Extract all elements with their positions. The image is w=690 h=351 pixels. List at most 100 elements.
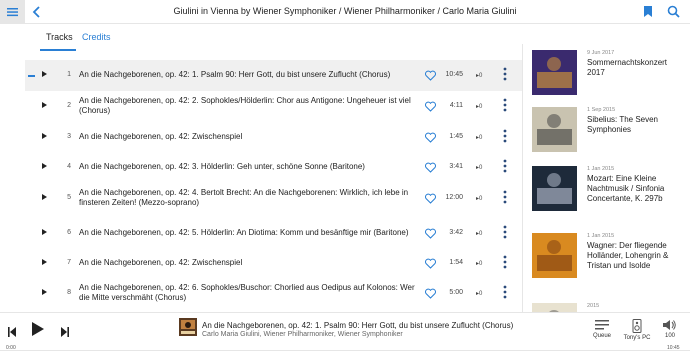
skip-previous-icon xyxy=(8,327,16,337)
track-row[interactable]: 1 An die Nachgeborenen, op. 42: 1. Psalm … xyxy=(25,60,522,91)
album-cover[interactable] xyxy=(532,50,577,95)
more-vertical-icon xyxy=(503,255,507,269)
play-button[interactable] xyxy=(32,322,44,336)
track-row[interactable]: 2 An die Nachgeborenen, op. 42: 2. Sophok… xyxy=(25,91,522,122)
album-cover[interactable] xyxy=(532,303,577,312)
track-duration: 3:42 xyxy=(449,229,463,236)
favorite-button[interactable] xyxy=(425,286,436,299)
play-count: ▸0 xyxy=(476,261,483,267)
previous-track-button[interactable] xyxy=(8,324,16,337)
track-row[interactable]: 3 An die Nachgeborenen, op. 42: Zwischens… xyxy=(25,122,522,153)
album-date: 1 Jan 2015 xyxy=(587,166,615,172)
favorite-button[interactable] xyxy=(425,226,436,239)
heart-icon xyxy=(425,70,436,81)
album-title[interactable]: Wagner: Der fliegende Holländer, Lohengr… xyxy=(587,241,687,271)
queue-button[interactable]: Queue xyxy=(591,319,613,339)
track-number: 8 xyxy=(67,289,71,296)
album-title[interactable]: Sommernachtskonzert 2017 xyxy=(587,58,687,78)
track-row[interactable]: 5 An die Nachgeborenen, op. 42: 4. Bertol… xyxy=(25,183,522,214)
tab-credits[interactable]: Credits xyxy=(82,32,111,42)
next-track-button[interactable] xyxy=(61,324,69,337)
album-cover[interactable] xyxy=(532,107,577,152)
heart-icon xyxy=(425,101,436,112)
track-more-button[interactable] xyxy=(503,67,507,81)
heart-icon xyxy=(425,162,436,173)
track-number: 2 xyxy=(67,102,71,109)
volume-button[interactable]: 100 xyxy=(660,319,680,339)
track-play-button[interactable] xyxy=(42,133,47,139)
favorite-button[interactable] xyxy=(425,68,436,81)
heart-icon xyxy=(425,258,436,269)
album-title[interactable]: Mozart: Eine Kleine Nachtmusik / Sinfoni… xyxy=(587,174,687,204)
track-row[interactable]: 7 An die Nachgeborenen, op. 42: Zwischens… xyxy=(25,248,522,279)
now-playing-artist[interactable]: Carlo Maria Giulini, Wiener Philharmonik… xyxy=(202,331,403,338)
now-playing-indicator xyxy=(28,75,35,77)
track-title[interactable]: An die Nachgeborenen, op. 42: 6. Sophokl… xyxy=(79,283,424,303)
play-count: ▸0 xyxy=(476,196,483,202)
search-button[interactable] xyxy=(667,5,680,18)
tab-tracks[interactable]: Tracks xyxy=(46,32,73,42)
track-more-button[interactable] xyxy=(503,255,507,269)
track-play-button[interactable] xyxy=(42,102,47,108)
play-count: ▸0 xyxy=(476,73,483,79)
page-title: Giulini in Vienna by Wiener Symphoniker … xyxy=(173,6,517,16)
album-art-icon xyxy=(532,107,577,152)
album-title[interactable]: Sibelius: The Seven Symphonies xyxy=(587,115,687,135)
album-date: 1 Sep 2015 xyxy=(587,107,616,113)
album-item[interactable]: 9 Jun 2017 Sommernachtskonzert 2017 xyxy=(532,50,687,110)
track-title[interactable]: An die Nachgeborenen, op. 42: 1. Psalm 9… xyxy=(79,70,424,80)
track-title[interactable]: An die Nachgeborenen, op. 42: 3. Hölderl… xyxy=(79,162,424,172)
favorite-button[interactable] xyxy=(425,256,436,269)
track-row[interactable]: 8 An die Nachgeborenen, op. 42: 6. Sophok… xyxy=(25,278,522,309)
volume-icon xyxy=(663,320,676,330)
favorite-button[interactable] xyxy=(425,160,436,173)
album-art-icon xyxy=(532,233,577,278)
track-play-button[interactable] xyxy=(42,194,47,200)
track-duration: 3:41 xyxy=(449,163,463,170)
album-art-icon xyxy=(532,303,577,312)
track-title[interactable]: An die Nachgeborenen, op. 42: Zwischensp… xyxy=(79,258,424,268)
play-count: ▸0 xyxy=(476,135,483,141)
device-label: Tony's PC xyxy=(623,335,651,341)
play-count: ▸0 xyxy=(476,231,483,237)
track-title[interactable]: An die Nachgeborenen, op. 42: 4. Bertolt… xyxy=(79,188,424,208)
favorite-button[interactable] xyxy=(425,191,436,204)
track-play-button[interactable] xyxy=(42,289,47,295)
track-more-button[interactable] xyxy=(503,225,507,239)
more-vertical-icon xyxy=(503,98,507,112)
favorite-button[interactable] xyxy=(425,99,436,112)
track-more-button[interactable] xyxy=(503,190,507,204)
track-duration: 5:00 xyxy=(449,289,463,296)
output-device-button[interactable]: Tony's PC xyxy=(620,319,654,341)
queue-icon xyxy=(595,320,609,330)
album-item[interactable]: 1 Jan 2015 Mozart: Eine Kleine Nachtmusik… xyxy=(532,166,687,226)
track-more-button[interactable] xyxy=(503,129,507,143)
track-title[interactable]: An die Nachgeborenen, op. 42: 5. Hölderl… xyxy=(79,228,424,238)
track-title[interactable]: An die Nachgeborenen, op. 42: Zwischensp… xyxy=(79,132,424,142)
album-item[interactable]: 1 Sep 2015 Sibelius: The Seven Symphonies xyxy=(532,107,687,167)
volume-value: 100 xyxy=(664,333,675,339)
track-row[interactable]: 6 An die Nachgeborenen, op. 42: 5. Hölder… xyxy=(25,218,522,249)
track-play-button[interactable] xyxy=(42,229,47,235)
bookmark-button[interactable] xyxy=(643,5,653,18)
track-row[interactable]: 4 An die Nachgeborenen, op. 42: 3. Hölder… xyxy=(25,152,522,183)
related-albums-list: 9 Jun 2017 Sommernachtskonzert 2017 1 Sep … xyxy=(523,44,690,312)
track-more-button[interactable] xyxy=(503,98,507,112)
album-cover[interactable] xyxy=(532,233,577,278)
queue-label: Queue xyxy=(592,333,611,339)
album-cover[interactable] xyxy=(532,166,577,211)
now-playing-title[interactable]: An die Nachgeborenen, op. 42: 1. Psalm 9… xyxy=(202,321,513,330)
favorite-button[interactable] xyxy=(425,130,436,143)
now-playing-cover[interactable] xyxy=(179,318,197,336)
track-play-button[interactable] xyxy=(42,71,47,77)
track-more-button[interactable] xyxy=(503,285,507,299)
album-art-icon xyxy=(179,318,197,336)
track-title[interactable]: An die Nachgeborenen, op. 42: 2. Sophokl… xyxy=(79,96,424,116)
track-more-button[interactable] xyxy=(503,159,507,173)
heart-icon xyxy=(425,228,436,239)
track-play-button[interactable] xyxy=(42,259,47,265)
track-play-button[interactable] xyxy=(42,163,47,169)
album-item[interactable]: 1 Jan 2015 Wagner: Der fliegende Hollände… xyxy=(532,233,687,293)
album-art-icon xyxy=(532,166,577,211)
album-item[interactable]: 2015 xyxy=(532,303,687,312)
